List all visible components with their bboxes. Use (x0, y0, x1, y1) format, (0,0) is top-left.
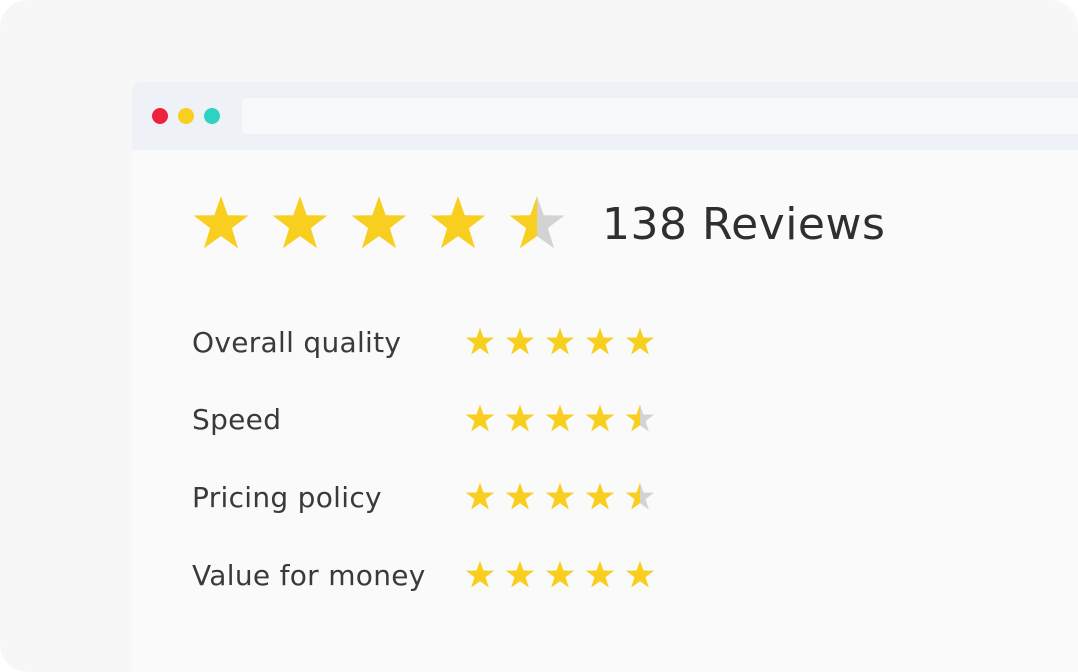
star-filled-icon (585, 327, 615, 355)
category-rating-row: Overall quality (192, 322, 656, 362)
minimize-window-dot[interactable] (178, 108, 194, 124)
star-filled-icon (585, 482, 615, 510)
address-bar[interactable] (242, 98, 1078, 134)
star-filled-icon (465, 404, 495, 432)
star-half-icon (509, 196, 565, 249)
category-star-rating (464, 326, 656, 358)
review-count-number: 138 (602, 198, 688, 250)
star-filled-icon (505, 327, 535, 355)
star-filled-icon (465, 482, 495, 510)
category-label: Overall quality (192, 325, 402, 359)
category-label: Value for money (192, 558, 426, 592)
category-star-rating (464, 559, 656, 591)
star-filled-icon (545, 482, 575, 510)
category-label: Pricing policy (192, 480, 382, 514)
review-count[interactable]: 138 Reviews (602, 199, 885, 250)
star-filled-icon (351, 196, 407, 249)
star-filled-icon (625, 327, 655, 355)
review-count-label: Reviews (701, 198, 886, 250)
star-filled-icon (505, 482, 535, 510)
browser-titlebar (132, 82, 1078, 150)
category-label: Speed (192, 402, 282, 436)
category-rating-row: Speed (192, 399, 656, 439)
maximize-window-dot[interactable] (204, 108, 220, 124)
rating-summary: 138 Reviews (190, 192, 885, 256)
category-rating-row: Value for money (192, 555, 656, 595)
star-filled-icon (545, 327, 575, 355)
star-filled-icon (585, 560, 615, 588)
category-star-rating (464, 403, 656, 435)
star-filled-icon (272, 196, 328, 249)
overall-star-rating (190, 193, 568, 255)
star-half-icon (625, 404, 655, 432)
star-filled-icon (193, 196, 249, 249)
close-window-dot[interactable] (152, 108, 168, 124)
star-filled-icon (430, 196, 486, 249)
star-filled-icon (505, 404, 535, 432)
star-filled-icon (545, 404, 575, 432)
star-filled-icon (625, 560, 655, 588)
category-star-rating (464, 481, 656, 513)
star-filled-icon (465, 560, 495, 588)
star-filled-icon (505, 560, 535, 588)
star-half-icon (625, 482, 655, 510)
star-filled-icon (545, 560, 575, 588)
star-filled-icon (465, 327, 495, 355)
category-rating-row: Pricing policy (192, 477, 656, 517)
star-filled-icon (585, 404, 615, 432)
